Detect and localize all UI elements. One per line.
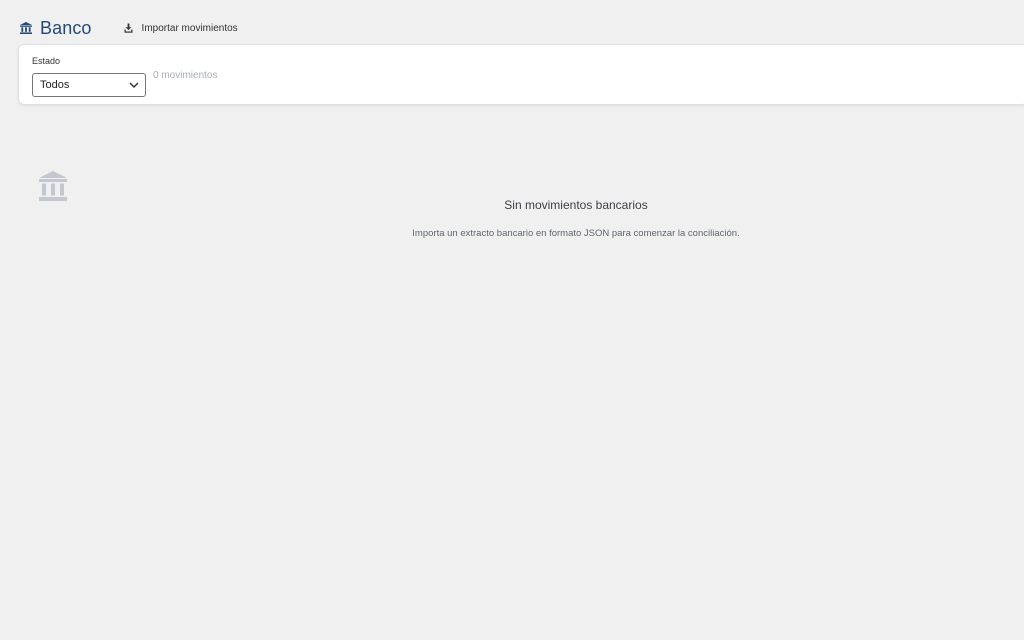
page-title-group: Banco [19,18,92,39]
estado-label: Estado [32,56,61,66]
empty-state-description: Importa un extracto bancario en formato … [412,228,740,239]
chevron-down-icon [129,82,139,89]
page-title: Banco [40,17,92,38]
filter-card: Estado Todos 0 movimientos [18,44,1024,105]
download-icon [124,23,133,33]
estado-select-value: Todos [40,79,70,91]
page-header: Banco Importar movimientos [19,14,238,42]
movements-count: 0 movimientos [153,70,218,81]
bank-icon [20,22,32,34]
import-movements-label: Importar movimientos [141,22,238,34]
import-movements-button[interactable]: Importar movimientos [124,23,238,34]
estado-select[interactable]: Todos [32,73,146,97]
empty-state-title: Sin movimientos bancarios [504,198,648,212]
